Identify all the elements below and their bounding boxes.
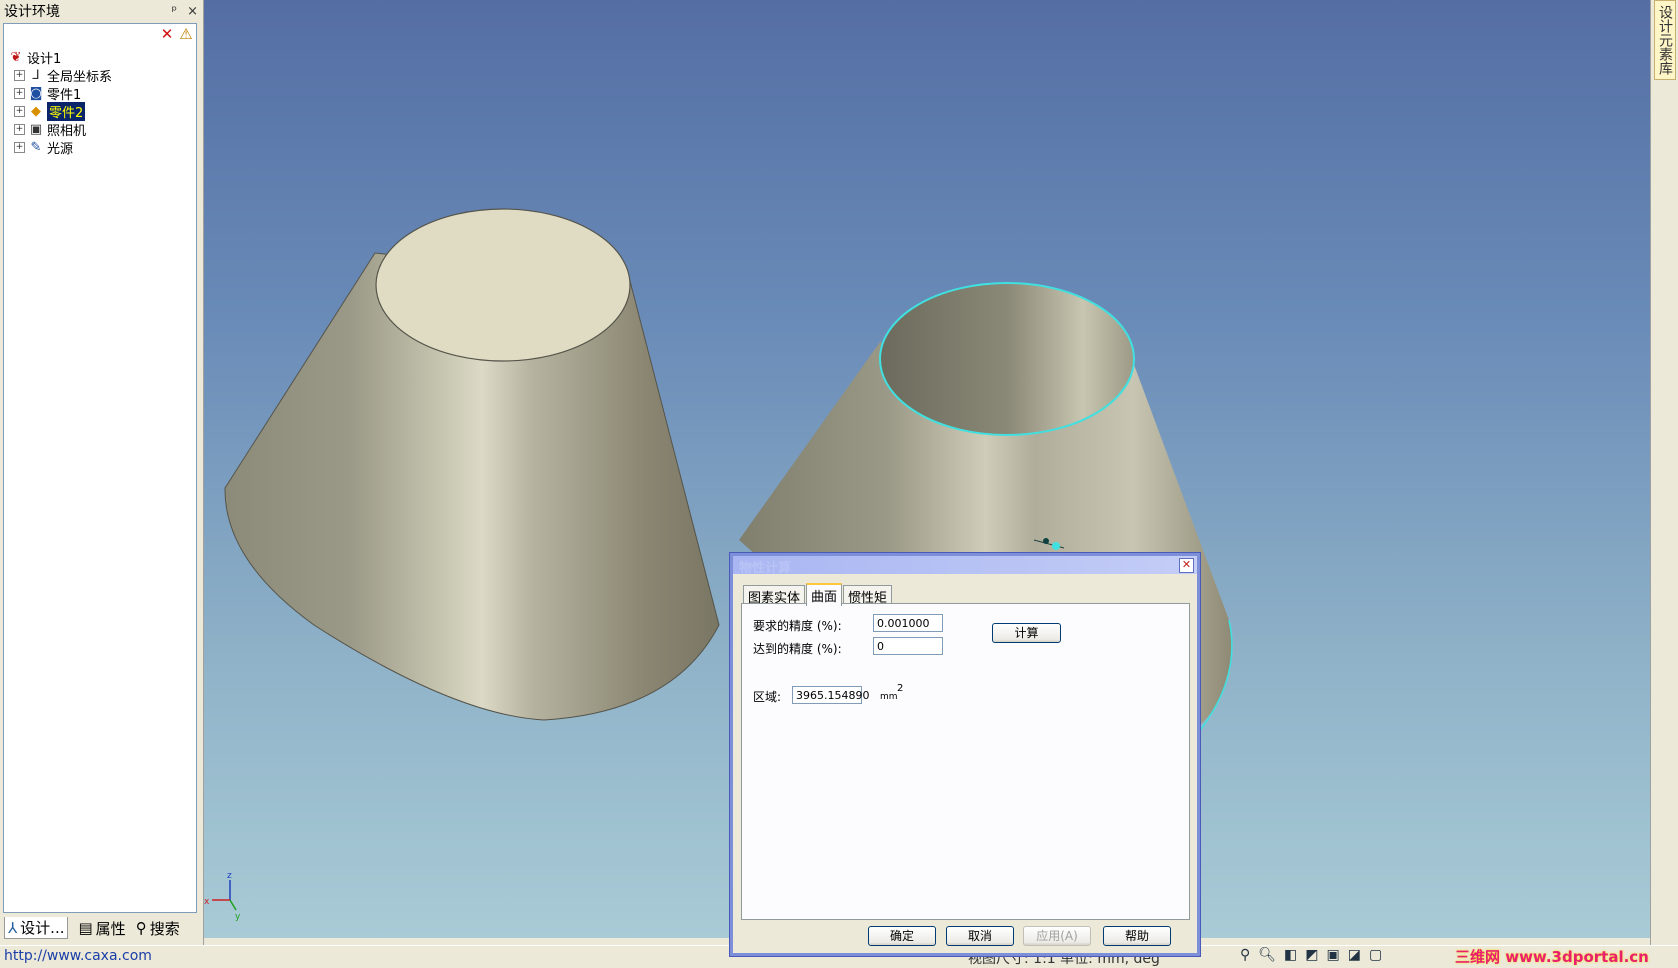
compute-button[interactable]: 计算 — [992, 623, 1061, 643]
axis-y-label: y — [235, 912, 241, 922]
area-field[interactable]: 3965.154890 — [792, 686, 869, 704]
tab-inertia[interactable]: 惯性矩 — [843, 585, 893, 606]
expand-icon[interactable]: + — [14, 105, 25, 117]
tab-search[interactable]: ⚲ 搜索 — [136, 918, 180, 939]
cancel-button[interactable]: 取消 — [946, 926, 1014, 946]
zoom-icon[interactable]: 🔍︎ — [1258, 947, 1276, 963]
right-dock-strip: 设计元素库 — [1650, 0, 1678, 945]
watermark: 三维网 www.3dportal.cn — [1455, 948, 1649, 966]
coordinate-system-icon: ⅃ — [32, 67, 40, 83]
tree-item-part2[interactable]: + ◆ 零件2 — [6, 101, 196, 121]
tab-design[interactable]: ⅄ 设计... — [4, 917, 69, 939]
close-icon[interactable]: ✕ — [1179, 558, 1194, 573]
axis-z-label: z — [227, 871, 232, 881]
tab-solid[interactable]: 图素实体 — [743, 585, 806, 606]
design-environment-panel: 设计环境 ᵖ × ✕ ⚠ ❦ 设计1 + ⅃ 全局坐标系 + ◙ 零件1 + ◆… — [0, 0, 204, 945]
shading-icon[interactable]: ◪ — [1348, 947, 1361, 963]
close-icon[interactable]: × — [187, 4, 198, 19]
status-toolbar: ⚲ 🔍︎ ◧ ◩ ▣ ◪ ▢ — [1240, 947, 1382, 963]
tree-item-design1[interactable]: ❦ 设计1 — [6, 48, 196, 67]
dialog-title: 物性计算 — [739, 561, 792, 576]
solid-cone-part1[interactable] — [224, 208, 720, 721]
expand-icon[interactable]: + — [14, 69, 25, 81]
required-precision-field[interactable]: 0.001000 — [873, 614, 943, 632]
part-icon: ◙ — [29, 85, 43, 101]
tree-item-light-source[interactable]: + ✎ 光源 — [6, 138, 196, 157]
panel-header: 设计环境 ᵖ × — [0, 0, 204, 22]
render-mode-icon[interactable]: ◩ — [1305, 947, 1318, 963]
search-icon: ⚲ — [135, 919, 147, 937]
cone2-open-top-edge — [879, 282, 1135, 436]
camera-tool-icon[interactable]: ▣ — [1327, 947, 1340, 963]
panel-bottom-tabs: ⅄ 设计... ▤ 属性 ⚲ 搜索 — [0, 915, 204, 941]
axis-x-label: x — [204, 897, 210, 907]
panel-title: 设计环境 — [4, 4, 60, 20]
tree-item-label: 设计1 — [27, 51, 62, 67]
tab-label: 属性 — [95, 919, 126, 938]
tree-item-label: 光源 — [47, 141, 74, 157]
tree-item-label: 零件1 — [47, 87, 82, 103]
dialog-titlebar[interactable]: 物性计算 ✕ — [733, 556, 1197, 576]
cone1-top-cap — [375, 208, 631, 362]
library-tab-label: 设计元素库 — [1657, 5, 1673, 75]
required-precision-label: 要求的精度 (%): — [753, 619, 842, 633]
box-view-icon[interactable]: ▢ — [1369, 947, 1382, 963]
design-element-library-tab[interactable]: 设计元素库 — [1654, 0, 1676, 80]
apply-button[interactable]: 应用(A) — [1023, 926, 1091, 946]
area-label: 区域: — [753, 690, 782, 704]
tree-toolbar: ✕ ⚠ — [159, 26, 194, 42]
light-source-icon: ✎ — [30, 139, 42, 155]
expand-icon[interactable]: + — [14, 123, 25, 135]
tab-properties[interactable]: ▤ 属性 — [78, 918, 125, 939]
design-tree: ❦ 设计1 + ⅃ 全局坐标系 + ◙ 零件1 + ◆ 零件2 + ▣ 照相机 — [6, 48, 196, 157]
expand-icon[interactable]: + — [14, 141, 25, 153]
design-tab-icon: ⅄ — [8, 918, 18, 937]
tab-label: 搜索 — [149, 919, 180, 938]
zoom-window-icon[interactable]: ⚲ — [1240, 947, 1250, 963]
design-tree-box: ✕ ⚠ ❦ 设计1 + ⅃ 全局坐标系 + ◙ 零件1 + ◆ 零件2 + ▣ … — [3, 23, 197, 913]
physical-properties-dialog: 物性计算 ✕ 图素实体 曲面 惯性矩 要求的精度 (%): 0.001000 达… — [730, 553, 1200, 956]
tab-label: 设计... — [20, 919, 65, 937]
tab-surface[interactable]: 曲面 — [806, 583, 843, 606]
design-root-icon: ❦ — [10, 49, 22, 65]
status-url[interactable]: http://www.caxa.com — [4, 948, 152, 964]
axis-triad: z x y — [204, 871, 241, 922]
properties-icon: ▤ — [78, 919, 93, 937]
delete-icon[interactable]: ✕ — [159, 26, 175, 42]
area-unit: mm — [880, 692, 898, 702]
surface-tab-pane: 要求的精度 (%): 0.001000 达到的精度 (%): 0 计算 区域: … — [741, 603, 1190, 920]
achieved-precision-label: 达到的精度 (%): — [753, 642, 842, 656]
view-orient-icon[interactable]: ◧ — [1284, 947, 1297, 963]
pin-icon[interactable]: ᵖ — [172, 4, 178, 19]
surface-part-icon: ◆ — [31, 103, 41, 119]
filter-icon[interactable]: ⚠ — [178, 26, 194, 42]
area-unit-exponent: 2 — [897, 683, 904, 694]
tree-item-label: 零件2 — [47, 101, 86, 121]
expand-icon[interactable]: + — [14, 87, 25, 99]
ok-button[interactable]: 确定 — [868, 926, 936, 946]
tree-item-label: 照相机 — [47, 123, 87, 139]
tree-item-label: 全局坐标系 — [47, 69, 113, 85]
tree-item-camera[interactable]: + ▣ 照相机 — [6, 120, 196, 139]
help-button[interactable]: 帮助 — [1103, 926, 1171, 946]
achieved-precision-field[interactable]: 0 — [873, 637, 943, 655]
tree-item-part1[interactable]: + ◙ 零件1 — [6, 84, 196, 103]
tree-item-global-coordinate-system[interactable]: + ⅃ 全局坐标系 — [6, 66, 196, 85]
camera-icon: ▣ — [29, 121, 43, 137]
